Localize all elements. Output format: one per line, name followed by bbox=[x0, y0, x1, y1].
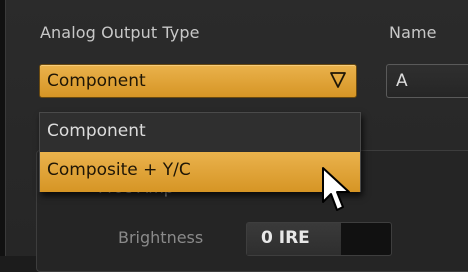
analog-output-type-label: Analog Output Type bbox=[40, 23, 200, 42]
name-input-value: A bbox=[396, 71, 408, 91]
name-input[interactable]: A bbox=[386, 64, 468, 98]
name-label: Name bbox=[389, 23, 437, 42]
mouse-cursor-icon bbox=[322, 167, 350, 211]
option-component[interactable]: Component bbox=[40, 113, 360, 151]
select-value: Component bbox=[47, 71, 146, 91]
option-composite-yc[interactable]: Composite + Y/C bbox=[40, 152, 360, 192]
dropdown-arrow-icon bbox=[330, 72, 346, 88]
analog-output-type-dropdown: Component Composite + Y/C bbox=[39, 112, 361, 192]
option-composite-yc-label: Composite + Y/C bbox=[47, 160, 191, 180]
brightness-value: 0 IRE bbox=[261, 228, 310, 248]
analog-output-type-select[interactable]: Component bbox=[39, 64, 357, 98]
option-component-label: Component bbox=[47, 121, 146, 141]
brightness-input[interactable]: 0 IRE bbox=[246, 222, 392, 256]
left-border bbox=[0, 0, 6, 256]
brightness-label: Brightness bbox=[118, 228, 204, 247]
